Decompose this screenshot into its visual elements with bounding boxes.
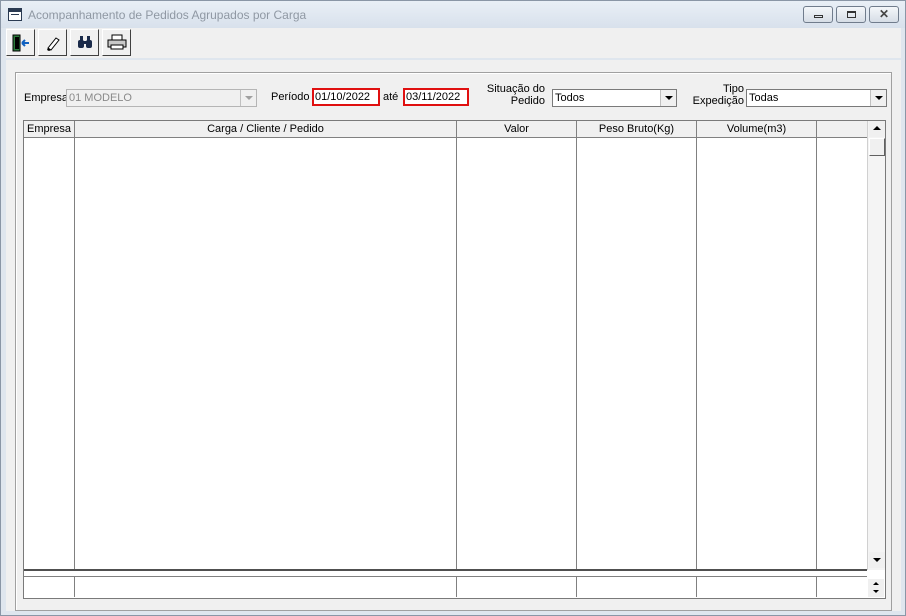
search-button[interactable] — [70, 29, 99, 56]
situacao-label: Situação do Pedido — [482, 83, 545, 107]
tipo-expedicao-value: Todas — [749, 92, 779, 104]
close-icon: ✕ — [878, 7, 890, 21]
grid-vertical-scrollbar[interactable] — [867, 121, 885, 570]
totals-row — [24, 576, 867, 597]
column-divider — [74, 138, 75, 570]
scroll-down-icon[interactable] — [869, 552, 885, 568]
ate-label: até — [383, 91, 399, 103]
totals-divider — [74, 577, 75, 597]
orders-grid[interactable]: Empresa Carga / Cliente / Pedido Valor P… — [23, 120, 886, 599]
totals-divider — [456, 577, 457, 597]
situacao-select[interactable]: Todos — [552, 89, 677, 107]
tipo-expedicao-label: Tipo Expedição — [684, 83, 744, 107]
window-title: Acompanhamento de Pedidos Agrupados por … — [28, 8, 307, 22]
totals-divider — [576, 577, 577, 597]
column-divider — [576, 138, 577, 570]
minimize-icon — [813, 14, 823, 18]
binoculars-icon — [77, 36, 92, 48]
grid-header: Empresa Carga / Cliente / Pedido Valor P… — [24, 121, 867, 138]
totals-separator — [24, 569, 867, 571]
spin-up-icon[interactable] — [868, 579, 884, 588]
empresa-value: 01 MODELO — [69, 92, 132, 104]
maximize-button[interactable] — [836, 6, 866, 23]
situacao-label-line1: Situação do — [486, 83, 545, 95]
empresa-select[interactable]: 01 MODELO — [66, 89, 257, 107]
tipo-dropdown-arrow-icon[interactable] — [870, 90, 886, 106]
column-header-empresa[interactable]: Empresa — [24, 121, 75, 138]
minimize-button[interactable] — [803, 6, 833, 23]
exit-button[interactable] — [6, 29, 35, 56]
situacao-dropdown-arrow-icon[interactable] — [660, 90, 676, 106]
column-divider — [456, 138, 457, 570]
periodo-label: Período — [271, 91, 310, 103]
column-header-valor[interactable]: Valor — [457, 121, 577, 138]
close-button[interactable]: ✕ — [869, 6, 899, 23]
form-client-area: Empresa 01 MODELO Período 01/10/2022 até… — [6, 60, 901, 611]
totals-divider — [816, 577, 817, 597]
app-window-icon — [8, 8, 22, 21]
column-header-extra[interactable] — [817, 121, 867, 138]
spin-down-icon[interactable] — [868, 588, 884, 597]
empresa-dropdown-arrow-icon[interactable] — [240, 90, 256, 106]
tipo-label-line2: Expedição — [692, 95, 744, 107]
totals-spin-control[interactable] — [868, 579, 884, 597]
clear-button[interactable] — [38, 29, 67, 56]
totals-divider — [696, 577, 697, 597]
situacao-label-line2: Pedido — [510, 95, 545, 107]
empresa-label: Empresa — [24, 92, 69, 104]
scroll-up-icon[interactable] — [869, 121, 885, 137]
tipo-label-line1: Tipo — [723, 83, 744, 95]
column-header-volume[interactable]: Volume(m3) — [697, 121, 817, 138]
print-button[interactable] — [102, 29, 131, 56]
exit-door-icon — [12, 34, 29, 52]
column-header-carga[interactable]: Carga / Cliente / Pedido — [75, 121, 457, 138]
maximize-icon — [846, 10, 856, 18]
date-to-input[interactable]: 03/11/2022 — [403, 88, 469, 106]
column-divider — [816, 138, 817, 570]
toolbar — [6, 28, 901, 58]
situacao-value: Todos — [555, 92, 585, 104]
scroll-thumb[interactable] — [869, 138, 885, 156]
printer-icon — [107, 34, 126, 50]
title-bar[interactable]: Acompanhamento de Pedidos Agrupados por … — [1, 1, 905, 28]
date-from-input[interactable]: 01/10/2022 — [312, 88, 380, 106]
column-divider — [696, 138, 697, 570]
column-header-peso[interactable]: Peso Bruto(Kg) — [577, 121, 697, 138]
tipo-expedicao-select[interactable]: Todas — [746, 89, 887, 107]
main-window: Acompanhamento de Pedidos Agrupados por … — [0, 0, 906, 616]
eraser-icon — [46, 37, 60, 51]
